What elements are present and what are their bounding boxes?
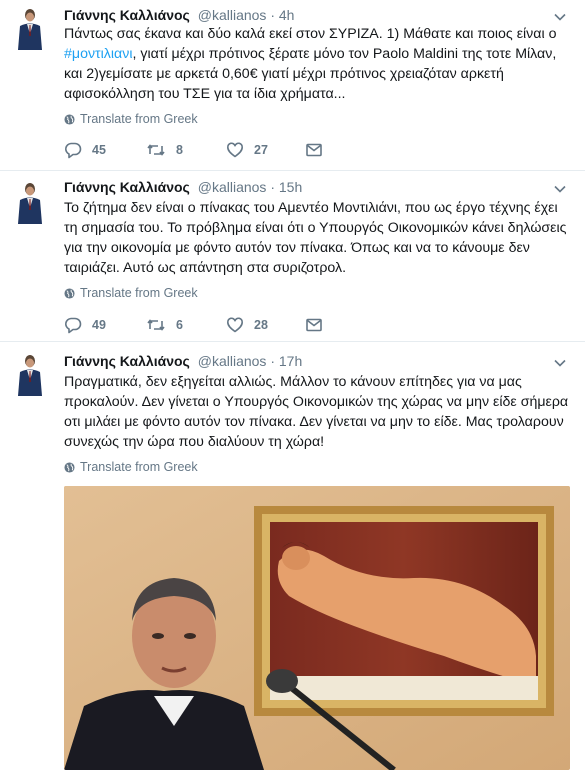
tweet-text: Πάντως σας έκανα και δύο καλά εκεί στον … [64,24,569,104]
reply-button[interactable]: 45 [64,140,106,160]
tweet-actions: 45 8 27 [64,140,564,160]
tweet-time[interactable]: 15h [279,179,302,195]
tweet-text: Το ζήτημα δεν είναι ο πίνακας του Αμεντέ… [64,200,567,276]
retweet-count: 6 [176,318,183,332]
separator-dot: · [270,353,275,369]
globe-icon [64,287,75,303]
avatar[interactable] [12,4,47,50]
translate-link[interactable]: Translate from Greek [64,285,198,303]
tweet-time[interactable]: 4h [279,7,295,23]
avatar[interactable] [12,178,47,224]
like-button[interactable]: 28 [226,315,268,335]
user-handle[interactable]: @kallianos [198,353,267,369]
tweet-header: Γιάννης Καλλιάνος @kallianos · 15h [64,178,302,196]
user-name[interactable]: Γιάννης Καλλιάνος [64,179,190,195]
like-count: 28 [254,318,268,332]
photo-image [64,486,570,770]
tweet-header: Γιάννης Καλλιάνος @kallianos · 4h [64,6,294,24]
tweet-header: Γιάννης Καλλιάνος @kallianos · 17h [64,352,302,370]
heart-icon [227,142,243,158]
chevron-down-icon[interactable] [553,356,567,370]
reply-icon [65,317,82,334]
reply-count: 49 [92,318,106,332]
tweet-1[interactable]: Γιάννης Καλλιάνος @kallianos · 4h Πάντως… [0,0,585,170]
reply-button[interactable]: 49 [64,315,106,335]
retweet-button[interactable]: 8 [146,140,183,160]
chevron-down-icon[interactable] [553,10,567,24]
user-handle[interactable]: @kallianos [198,179,267,195]
like-button[interactable]: 27 [226,140,268,160]
tweet-3[interactable]: Γιάννης Καλλιάνος @kallianos · 17h Πραγμ… [0,342,585,777]
envelope-icon [306,318,322,332]
like-count: 27 [254,143,268,157]
chevron-down-icon[interactable] [553,182,567,196]
tweet-text-part: Πάντως σας έκανα και δύο καλά εκεί στον … [64,26,557,42]
tweet-text-part: , γιατί μέχρι πρότινος ξέρατε μόνο τον P… [64,46,557,102]
avatar[interactable] [12,350,47,396]
globe-icon [64,113,75,129]
retweet-button[interactable]: 6 [146,315,183,335]
globe-icon [64,461,75,477]
retweet-icon [147,319,165,331]
translate-label: Translate from Greek [80,460,198,474]
direct-message-button[interactable] [305,140,323,160]
tweet-2[interactable]: Γιάννης Καλλιάνος @kallianos · 15h Το ζή… [0,171,585,341]
hashtag-link[interactable]: #μοντιλιανι [64,46,133,62]
heart-icon [227,317,243,333]
translate-link[interactable]: Translate from Greek [64,111,198,129]
tweet-time[interactable]: 17h [279,353,302,369]
user-handle[interactable]: @kallianos [198,7,267,23]
envelope-icon [306,143,322,157]
retweet-icon [147,144,165,156]
tweet-actions: 49 6 28 [64,315,564,335]
translate-link[interactable]: Translate from Greek [64,459,198,477]
user-name[interactable]: Γιάννης Καλλιάνος [64,7,190,23]
tweet-photo[interactable] [64,486,570,770]
separator-dot: · [270,7,275,23]
tweet-text: Πραγματικά, δεν εξηγείται αλλιώς. Μάλλον… [64,374,569,450]
reply-icon [65,142,82,159]
retweet-count: 8 [176,143,183,157]
user-name[interactable]: Γιάννης Καλλιάνος [64,353,190,369]
direct-message-button[interactable] [305,315,323,335]
reply-count: 45 [92,143,106,157]
translate-label: Translate from Greek [80,286,198,300]
separator-dot: · [270,179,275,195]
translate-label: Translate from Greek [80,112,198,126]
